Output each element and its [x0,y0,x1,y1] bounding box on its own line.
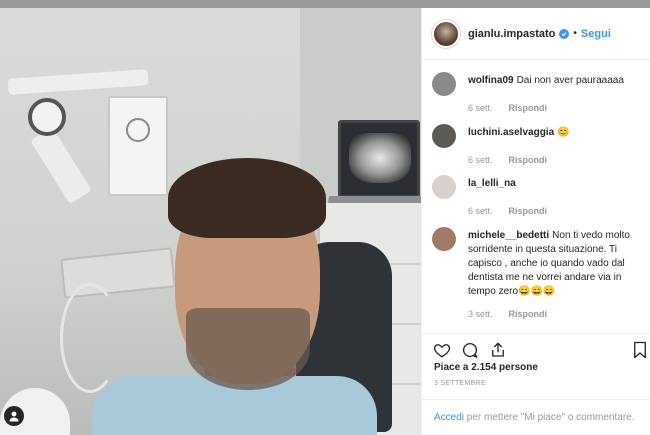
login-bar: Accedi per mettere "Mi piace" o commenta… [422,399,650,435]
comment-text: wolfina09 Dai non aver pauraaaaa [468,74,644,88]
login-link[interactable]: Accedi [434,412,464,423]
reply-button[interactable]: Rispondi [509,206,548,216]
laptop-screen [338,120,420,198]
xray-arm [7,69,149,95]
commenter-username[interactable]: luchini.aselvaggia [468,127,554,138]
top-strip [0,0,650,8]
dental-xray [349,133,411,183]
xray-head [28,98,66,136]
comment-text: la_lelli_na [468,177,644,191]
follow-button[interactable]: Segui [581,28,611,40]
xray-tube [30,126,92,205]
comment-time: 6 sett. [468,206,493,216]
comment-item: wolfina09 Dai non aver pauraaaaa 6 sett. R… [432,72,644,122]
post-sidebar: gianlu.impastato • Segui wolfina09 Dai no… [421,8,650,435]
comment-content: Dai non aver pauraaaaa [516,75,624,86]
reply-button[interactable]: Rispondi [509,309,548,319]
owner-username[interactable]: gianlu.impastato [468,28,555,40]
comment-meta: 3 sett. Rispondi [468,309,547,319]
post-header: gianlu.impastato • Segui [422,8,650,60]
comment-content: 😊 [557,127,570,138]
commenter-username[interactable]: la_lelli_na [468,178,516,189]
action-bar [422,333,650,363]
bookmark-icon[interactable] [630,340,650,360]
heart-icon[interactable] [432,340,452,360]
comment-text: luchini.aselvaggia 😊 [468,126,644,140]
comment-item: la_lelli_na 6 sett. Rispondi [432,175,644,225]
hair [168,158,326,238]
post-photo[interactable] [0,8,421,435]
commenter-username[interactable]: wolfina09 [468,75,514,86]
owner-avatar[interactable] [432,19,460,48]
comment-list: wolfina09 Dai non aver pauraaaaa 6 sett. R… [422,61,650,333]
xray-control-panel [108,96,168,196]
commenter-avatar[interactable] [432,72,456,96]
cable [60,283,120,393]
comment-time: 3 sett. [468,309,493,319]
commenter-avatar[interactable] [432,227,456,251]
dial [126,118,150,142]
comment-item: michele__bedetti Non ti vedo molto sorrid… [432,227,644,327]
post-date: 3 SETTEMBRE [434,380,486,387]
comment-meta: 6 sett. Rispondi [468,206,547,216]
comment-meta: 6 sett. Rispondi [468,103,547,113]
login-prompt-text: per mettere "Mi piace" o commentare. [464,412,635,423]
comment-time: 6 sett. [468,103,493,113]
commenter-avatar[interactable] [432,175,456,199]
comment-meta: 6 sett. Rispondi [468,155,547,165]
comment-text: michele__bedetti Non ti vedo molto sorrid… [468,229,644,299]
like-count[interactable]: Piace a 2.154 persone [434,362,538,373]
login-prompt: Accedi per mettere "Mi piace" o commenta… [434,412,635,423]
share-icon[interactable] [488,340,508,360]
reply-button[interactable]: Rispondi [509,155,548,165]
commenter-username[interactable]: michele__bedetti [468,230,549,241]
user-icon[interactable] [4,406,24,426]
comment-time: 6 sett. [468,155,493,165]
beard [186,308,310,390]
comment-item: luchini.aselvaggia 😊 6 sett. Rispondi [432,124,644,174]
commenter-avatar[interactable] [432,124,456,148]
verified-icon [559,28,570,39]
reply-button[interactable]: Rispondi [509,103,548,113]
separator: • [573,28,577,39]
comment-icon[interactable] [460,340,480,360]
